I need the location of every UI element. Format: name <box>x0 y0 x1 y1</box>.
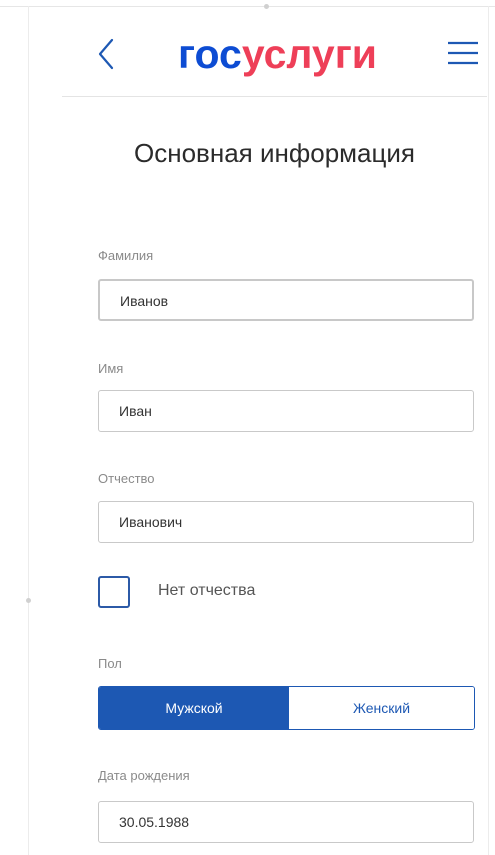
last-name-label: Фамилия <box>98 248 154 263</box>
gender-option-female[interactable]: Женский <box>289 687 474 729</box>
gender-label: Пол <box>98 656 122 671</box>
frame-left-edge <box>28 6 29 855</box>
gender-option-male[interactable]: Мужской <box>99 687 289 729</box>
back-button[interactable] <box>92 34 122 74</box>
back-arrow-icon <box>98 38 114 70</box>
first-name-field[interactable]: Иван <box>98 390 474 432</box>
hamburger-menu-icon <box>448 41 478 65</box>
last-name-field[interactable]: Иванов <box>98 279 474 321</box>
patronymic-field[interactable]: Иванович <box>98 501 474 543</box>
no-patronymic-checkbox[interactable] <box>98 576 130 608</box>
menu-button[interactable] <box>446 38 480 68</box>
gosuslugi-logo[interactable]: госуслуги <box>178 32 377 76</box>
birth-date-label: Дата рождения <box>98 768 190 783</box>
screen: госуслуги Основная информация Фамилия Ив… <box>0 0 495 855</box>
patronymic-label: Отчество <box>98 471 155 486</box>
top-bar: госуслуги <box>62 20 487 97</box>
birth-date-field[interactable]: 30.05.1988 <box>98 801 474 843</box>
gender-selector: Мужской Женский <box>98 686 475 730</box>
frame-right-edge <box>488 6 489 855</box>
no-patronymic-option[interactable]: Нет отчества <box>98 572 474 612</box>
no-patronymic-label: Нет отчества <box>158 582 256 599</box>
page-title: Основная информация <box>134 138 415 168</box>
frame-handle-top <box>264 4 269 9</box>
frame-handle-left <box>26 598 31 603</box>
frame-top-edge <box>0 6 495 7</box>
first-name-label: Имя <box>98 361 124 376</box>
logo-part-uslugi: услуги <box>241 31 378 77</box>
logo-part-gos: гос <box>178 31 242 77</box>
